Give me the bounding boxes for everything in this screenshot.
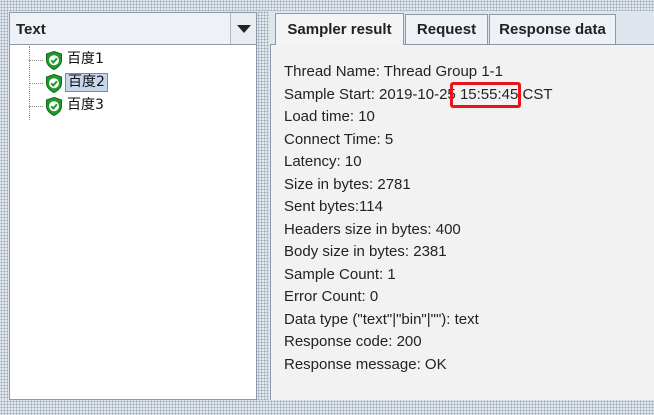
green-shield-check-icon	[46, 74, 62, 93]
load-time-line: Load time: 10	[284, 108, 375, 125]
tree-branch-line	[29, 106, 43, 107]
size-in-bytes-line: Size in bytes: 2781	[284, 176, 411, 193]
tree-branch-line	[29, 83, 43, 84]
tree-branch-line	[29, 60, 43, 61]
tab-request[interactable]: Request	[405, 14, 488, 44]
renderer-select-value: Text	[16, 21, 46, 38]
result-tabs: Sampler result Request Response data	[270, 12, 654, 45]
sample-start-prefix: Sample Start: 2019-10-25	[284, 86, 460, 103]
window-border-bottom	[0, 400, 654, 415]
tree-item-label: 百度3	[67, 97, 104, 113]
body-size-line: Body size in bytes: 2381	[284, 243, 447, 260]
tree-item-label: 百度2	[65, 73, 108, 92]
window-border-top	[0, 0, 654, 11]
tab-sampler-result[interactable]: Sampler result	[275, 13, 404, 45]
latency-line: Latency: 10	[284, 153, 362, 170]
results-tree-panel: Text 百度1 百度2 百度3	[9, 12, 257, 400]
tree-item-label: 百度1	[67, 51, 104, 67]
response-message-line: Response message: OK	[284, 356, 447, 373]
green-shield-check-icon	[46, 51, 62, 70]
renderer-select[interactable]: Text	[10, 13, 256, 45]
tree-item-baidu1[interactable]: 百度1	[29, 49, 149, 71]
thread-name-line: Thread Name: Thread Group 1-1	[284, 63, 504, 80]
renderer-select-dropdown-button[interactable]	[230, 13, 256, 44]
time-highlight-annotation	[450, 82, 521, 108]
response-code-line: Response code: 200	[284, 333, 422, 350]
tab-response-data[interactable]: Response data	[489, 14, 616, 44]
connect-time-line: Connect Time: 5	[284, 131, 394, 148]
triangle-down-icon	[236, 24, 251, 33]
sample-start-suffix: CST	[518, 86, 553, 103]
headers-size-line: Headers size in bytes: 400	[284, 221, 461, 238]
result-details-panel: Sampler result Request Response data Thr…	[270, 12, 654, 400]
green-shield-check-icon	[46, 97, 62, 116]
sampler-result-text-area[interactable]: Thread Name: Thread Group 1-1 Sample Sta…	[270, 45, 654, 400]
data-type-line: Data type ("text"|"bin"|""): text	[284, 311, 479, 328]
error-count-line: Error Count: 0	[284, 288, 379, 305]
tree-item-baidu2[interactable]: 百度2	[29, 72, 149, 94]
window-border-left	[0, 0, 8, 415]
split-pane-divider[interactable]	[257, 11, 269, 400]
tree-item-baidu3[interactable]: 百度3	[29, 95, 149, 117]
sample-count-line: Sample Count: 1	[284, 266, 396, 283]
sent-bytes-line: Sent bytes:114	[284, 198, 383, 215]
